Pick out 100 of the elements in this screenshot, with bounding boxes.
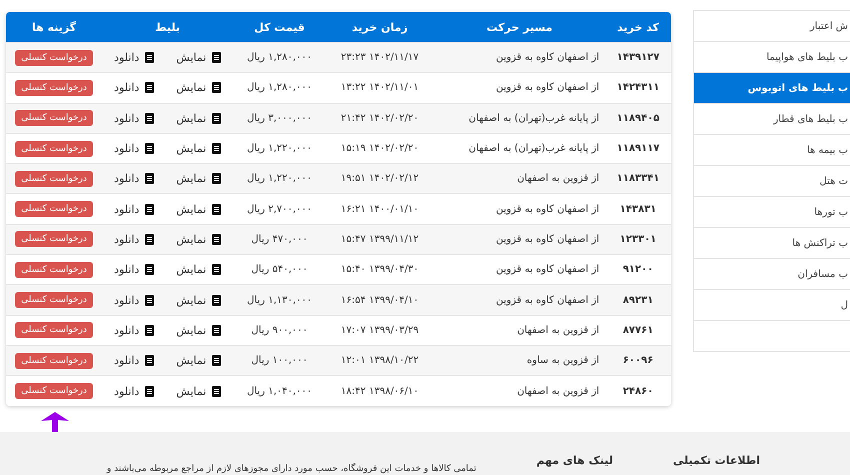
document-icon (212, 264, 222, 276)
cancel-request-button[interactable]: درخواست کنسلی (15, 140, 93, 157)
download-link[interactable]: دانلود (114, 324, 154, 337)
document-icon (212, 294, 222, 306)
show-link[interactable]: نمایش (176, 354, 222, 368)
show-link[interactable]: نمایش (176, 324, 222, 337)
table-cell: ۳,۰۰۰,۰۰۰ ریال (233, 103, 326, 134)
cancel-request-button[interactable]: درخواست کنسلی (15, 262, 93, 278)
show-link[interactable]: نمایش (176, 51, 222, 64)
document-icon (212, 173, 222, 184)
column-header: مسیر حرکت (434, 12, 606, 42)
document-icon (212, 234, 222, 245)
document-icon (212, 82, 222, 94)
table-cell: ۱۳۹۸/۱۰/۲۲ ۱۲:۰۱ (326, 345, 434, 376)
sidebar-item[interactable]: ب تورها (693, 197, 850, 228)
show-link[interactable]: نمایش (176, 263, 222, 276)
download-link[interactable]: دانلود (114, 202, 154, 216)
sidebar-item[interactable]: ل (693, 290, 850, 321)
show-link[interactable]: نمایش (176, 142, 222, 156)
table-cell: از پایانه غرب(تهران) به اصفهان (434, 133, 606, 164)
show-link[interactable]: نمایش (176, 384, 222, 398)
cancel-request-button[interactable]: درخواست کنسلی (15, 292, 93, 308)
show-link[interactable]: نمایش (176, 172, 222, 186)
table-cell: ۱,۲۲۰,۰۰۰ ریال (233, 164, 326, 194)
document-icon (145, 386, 154, 397)
cancel-request-button[interactable]: درخواست کنسلی (15, 352, 93, 369)
document-icon (145, 234, 154, 245)
table-cell: ۹۰۰,۰۰۰ ریال (233, 315, 326, 346)
table-cell: ۱۲۳۳۰۱ (605, 224, 671, 255)
sidebar-item[interactable]: ب بلیط های قطار (693, 104, 850, 135)
sidebar-item[interactable]: ب بلیط های هواپیما (693, 42, 850, 73)
footer-text: تمامی کالاها و خدمات این فروشگاه، حسب مورد دارای مجوزهای لازم از مراجع مربوطه می‌باشند و (106, 464, 476, 475)
document-icon (145, 143, 154, 154)
cancel-request-button[interactable]: درخواست کنسلی (15, 80, 93, 96)
table-cell: ۱۴۰۲/۰۲/۲۰ ۱۵:۱۹ (326, 133, 434, 164)
table-cell: از اصفهان کاوه به قزوین (434, 224, 606, 255)
table-cell: ۱,۲۸۰,۰۰۰ ریال (233, 42, 326, 73)
cancel-request-button[interactable]: درخواست کنسلی (15, 170, 93, 187)
table-cell: از پایانه غرب(تهران) به اصفهان (434, 103, 606, 134)
table-cell: ۱۳۹۸/۰۶/۱۰ ۱۸:۴۲ (326, 376, 434, 406)
column-header: قیمت کل (233, 12, 326, 42)
column-header: بلیط (102, 12, 234, 42)
show-link[interactable]: نمایش (176, 112, 222, 125)
download-link[interactable]: دانلود (114, 112, 154, 125)
document-icon (145, 294, 154, 306)
table-cell: ۱,۰۴۰,۰۰۰ ریال (233, 376, 326, 406)
table-cell: ۱۱۸۹۱۱۷ (605, 133, 671, 164)
table-cell: از قزوین به اصفهان (434, 164, 606, 194)
table-cell: از اصفهان کاوه به قزوین (434, 194, 606, 224)
show-link[interactable]: نمایش (176, 232, 222, 246)
table-cell: ۱۴۰۲/۰۲/۲۰ ۲۱:۴۲ (326, 103, 434, 134)
footer-heading: لینک های مهم (536, 454, 613, 470)
show-link[interactable]: نمایش (176, 294, 222, 307)
document-icon (145, 52, 154, 64)
download-link[interactable]: دانلود (114, 232, 154, 246)
cancel-request-button[interactable]: درخواست کنسلی (15, 50, 93, 66)
sidebar-item[interactable]: ب بیمه ها (693, 135, 850, 166)
download-link[interactable]: دانلود (114, 354, 154, 368)
download-link[interactable]: دانلود (114, 172, 154, 186)
table-cell: ۱۱۸۹۴۰۵ (605, 103, 671, 134)
download-link[interactable]: دانلود (114, 81, 154, 94)
table-cell: ۱۴۰۲/۱۱/۰۱ ۱۳:۲۲ (326, 72, 434, 104)
column-header: زمان خرید (326, 12, 434, 42)
table-cell: از اصفهان کاوه به قزوین (434, 72, 606, 104)
column-header: کد خرید (605, 12, 671, 42)
sidebar-item[interactable]: ب بلیط های اتوبوس (693, 73, 850, 104)
sidebar-item[interactable] (693, 321, 850, 352)
sidebar-item[interactable]: ب تراکنش ها (693, 228, 850, 259)
sidebar-item[interactable]: ش اعتبار (693, 11, 850, 42)
show-link[interactable]: نمایش (176, 202, 222, 216)
download-link[interactable]: دانلود (114, 294, 154, 307)
cancel-request-button[interactable]: درخواست کنسلی (15, 231, 93, 248)
download-link[interactable]: دانلود (114, 51, 154, 64)
cancel-request-button[interactable]: درخواست کنسلی (15, 201, 93, 218)
table-cell: ۶۰۰۹۶ (605, 345, 671, 376)
cancel-request-button[interactable]: درخواست کنسلی (15, 322, 93, 338)
cancel-request-button[interactable]: درخواست کنسلی (15, 110, 93, 126)
table-cell: از اصفهان کاوه به قزوین (434, 42, 606, 73)
table-cell: ۸۷۷۶۱ (605, 315, 671, 346)
column-header: گزینه ها (6, 12, 102, 42)
table-cell: ۱۳۹۹/۰۴/۳۰ ۱۵:۴۰ (326, 254, 434, 285)
table-cell: ۲۴۸۶۰ (605, 376, 671, 406)
download-link[interactable]: دانلود (114, 384, 154, 398)
sidebar-item[interactable]: ب مسافران (693, 259, 850, 290)
footer-heading: اطلاعات تکمیلی (672, 454, 760, 470)
table-cell: ۱۴۰۰/۰۱/۱۰ ۱۶:۲۱ (326, 194, 434, 224)
table-cell: ۴۷۰,۰۰۰ ریال (233, 224, 326, 255)
table-cell: ۱,۲۸۰,۰۰۰ ریال (233, 72, 326, 104)
download-link[interactable]: دانلود (114, 142, 154, 156)
cancel-request-button[interactable]: درخواست کنسلی (15, 383, 93, 400)
document-icon (145, 204, 154, 215)
table-cell: از اصفهان کاوه به قزوین (434, 284, 606, 316)
show-link[interactable]: نمایش (176, 81, 222, 94)
table-cell: ۱,۲۲۰,۰۰۰ ریال (233, 133, 326, 164)
download-link[interactable]: دانلود (114, 263, 154, 276)
table-cell: ۱۳۹۹/۰۴/۱۰ ۱۶:۵۴ (326, 284, 434, 316)
document-icon (145, 355, 154, 366)
document-icon (212, 386, 222, 397)
document-icon (212, 324, 222, 336)
sidebar-item[interactable]: ت هتل (693, 166, 850, 197)
